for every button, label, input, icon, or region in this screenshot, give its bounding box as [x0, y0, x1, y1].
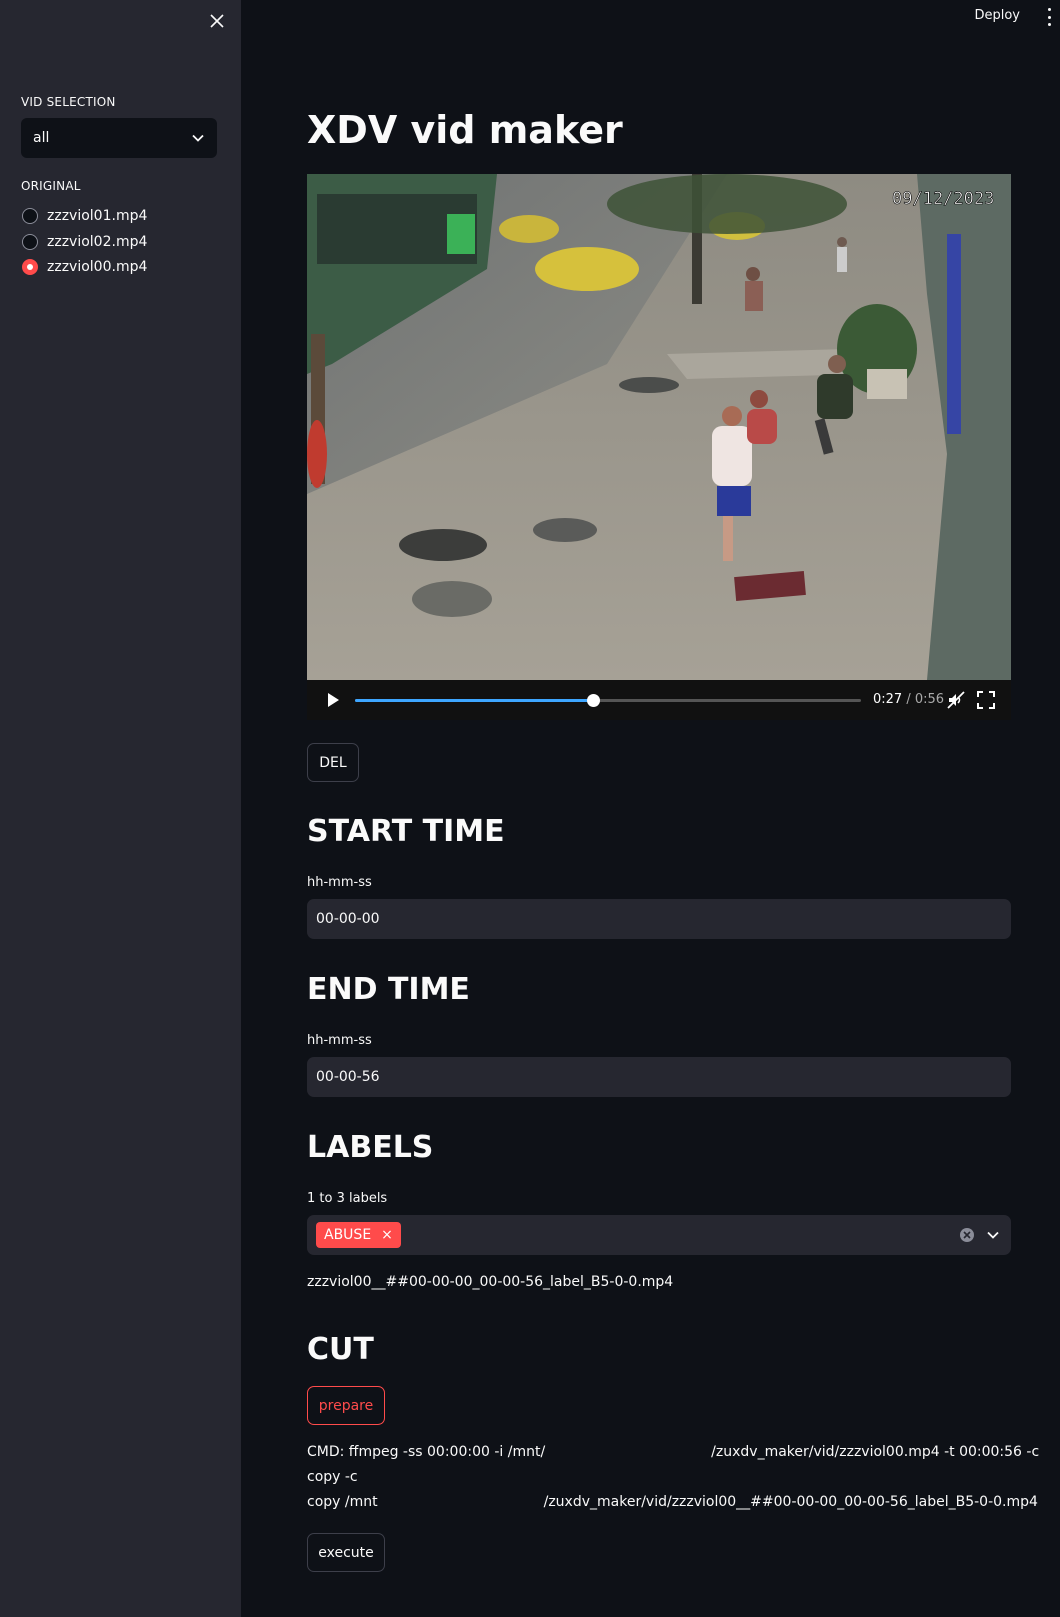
close-sidebar-button[interactable]: [204, 8, 230, 34]
video-time-separator: /: [906, 692, 911, 707]
end-time-input[interactable]: 00-00-56: [307, 1057, 1011, 1097]
radio-label: zzzviol00.mp4: [47, 259, 148, 275]
video-current-time: 0:27: [873, 692, 903, 707]
clear-all-icon[interactable]: [959, 1227, 975, 1243]
cut-heading: CUT: [307, 1332, 374, 1367]
play-icon[interactable]: [325, 692, 341, 708]
labels-heading: LABELS: [307, 1130, 434, 1165]
del-button[interactable]: DEL: [307, 743, 359, 782]
start-time-input[interactable]: 00-00-00: [307, 899, 1011, 939]
chevron-down-icon: [192, 134, 204, 142]
start-time-heading: START TIME: [307, 814, 505, 849]
labels-label: 1 to 3 labels: [307, 1191, 388, 1206]
video-player[interactable]: 09/12/2023 0:27 / 0:56: [307, 174, 1011, 720]
radio-file-3[interactable]: zzzviol00.mp4: [22, 256, 147, 278]
execute-button[interactable]: execute: [307, 1533, 385, 1572]
main-menu-button[interactable]: [1044, 8, 1054, 26]
cmd-line-3-end: /zuxdv_maker/vid/zzzviol00__##00-00-00_0…: [543, 1494, 1038, 1510]
main-area: Deploy XDV vid maker 09/12/2023 0:27 / 0…: [241, 0, 1060, 1617]
video-frame-image: 09/12/2023: [307, 174, 1011, 680]
radio-button-selected[interactable]: [22, 259, 38, 275]
muted-speaker-icon[interactable]: [947, 691, 965, 709]
sidebar: VID SELECTION all ORIGINAL zzzviol01.mp4…: [0, 0, 241, 1617]
vid-selection-value: all: [33, 130, 50, 146]
original-label: ORIGINAL: [21, 179, 81, 193]
end-time-label: hh-mm-ss: [307, 1033, 372, 1048]
ffmpeg-command: CMD: ffmpeg -ss 00:00:00 -i /mnt/ /zuxdv_…: [307, 1440, 1039, 1515]
video-time: 0:27 / 0:56: [873, 692, 944, 707]
prepare-button[interactable]: prepare: [307, 1386, 385, 1425]
video-controls: 0:27 / 0:56: [307, 680, 1011, 720]
cmd-line-1: CMD: ffmpeg -ss 00:00:00 -i /mnt/ /zuxdv_…: [307, 1440, 1039, 1465]
video-seek-progress: [355, 699, 593, 702]
fullscreen-icon[interactable]: [977, 691, 995, 709]
output-filename: zzzviol00__##00-00-00_00-00-56_label_B5-…: [307, 1274, 674, 1290]
remove-tag-icon[interactable]: ×: [381, 1227, 393, 1243]
radio-file-2[interactable]: zzzviol02.mp4: [22, 231, 147, 253]
end-time-heading: END TIME: [307, 972, 470, 1007]
radio-button[interactable]: [22, 234, 38, 250]
video-timestamp-overlay: 09/12/2023: [892, 189, 994, 209]
cmd-line-3: copy /mnt/zuxdv_maker/vid/zzzviol00__##0…: [307, 1490, 1038, 1515]
vid-selection-label: VID SELECTION: [21, 95, 116, 109]
vid-selection-select[interactable]: all: [21, 118, 217, 158]
labels-multiselect[interactable]: ABUSE ×: [307, 1215, 1011, 1255]
chevron-down-icon[interactable]: [985, 1227, 1001, 1243]
video-seek-handle[interactable]: [586, 694, 600, 707]
radio-button[interactable]: [22, 208, 38, 224]
radio-label: zzzviol02.mp4: [47, 234, 148, 250]
close-icon: [210, 14, 224, 28]
radio-file-1[interactable]: zzzviol01.mp4: [22, 205, 147, 227]
radio-label: zzzviol01.mp4: [47, 208, 148, 224]
deploy-button[interactable]: Deploy: [974, 8, 1020, 23]
video-duration: 0:56: [914, 692, 945, 707]
vertical-dots-icon: [1047, 8, 1051, 11]
cmd-line-3-start: copy /mnt: [307, 1494, 378, 1510]
cmd-line-1-start: CMD: ffmpeg -ss 00:00:00 -i /mnt/: [307, 1444, 546, 1460]
cmd-line-2: copy -c: [307, 1469, 358, 1485]
label-tag-text: ABUSE: [324, 1227, 372, 1243]
label-tag: ABUSE ×: [316, 1222, 401, 1248]
video-seek-bar[interactable]: [355, 694, 861, 707]
cmd-line-1-end: /zuxdv_maker/vid/zzzviol00.mp4 -t 00:00:…: [711, 1444, 1040, 1460]
start-time-label: hh-mm-ss: [307, 875, 372, 890]
page-title: XDV vid maker: [307, 108, 623, 152]
